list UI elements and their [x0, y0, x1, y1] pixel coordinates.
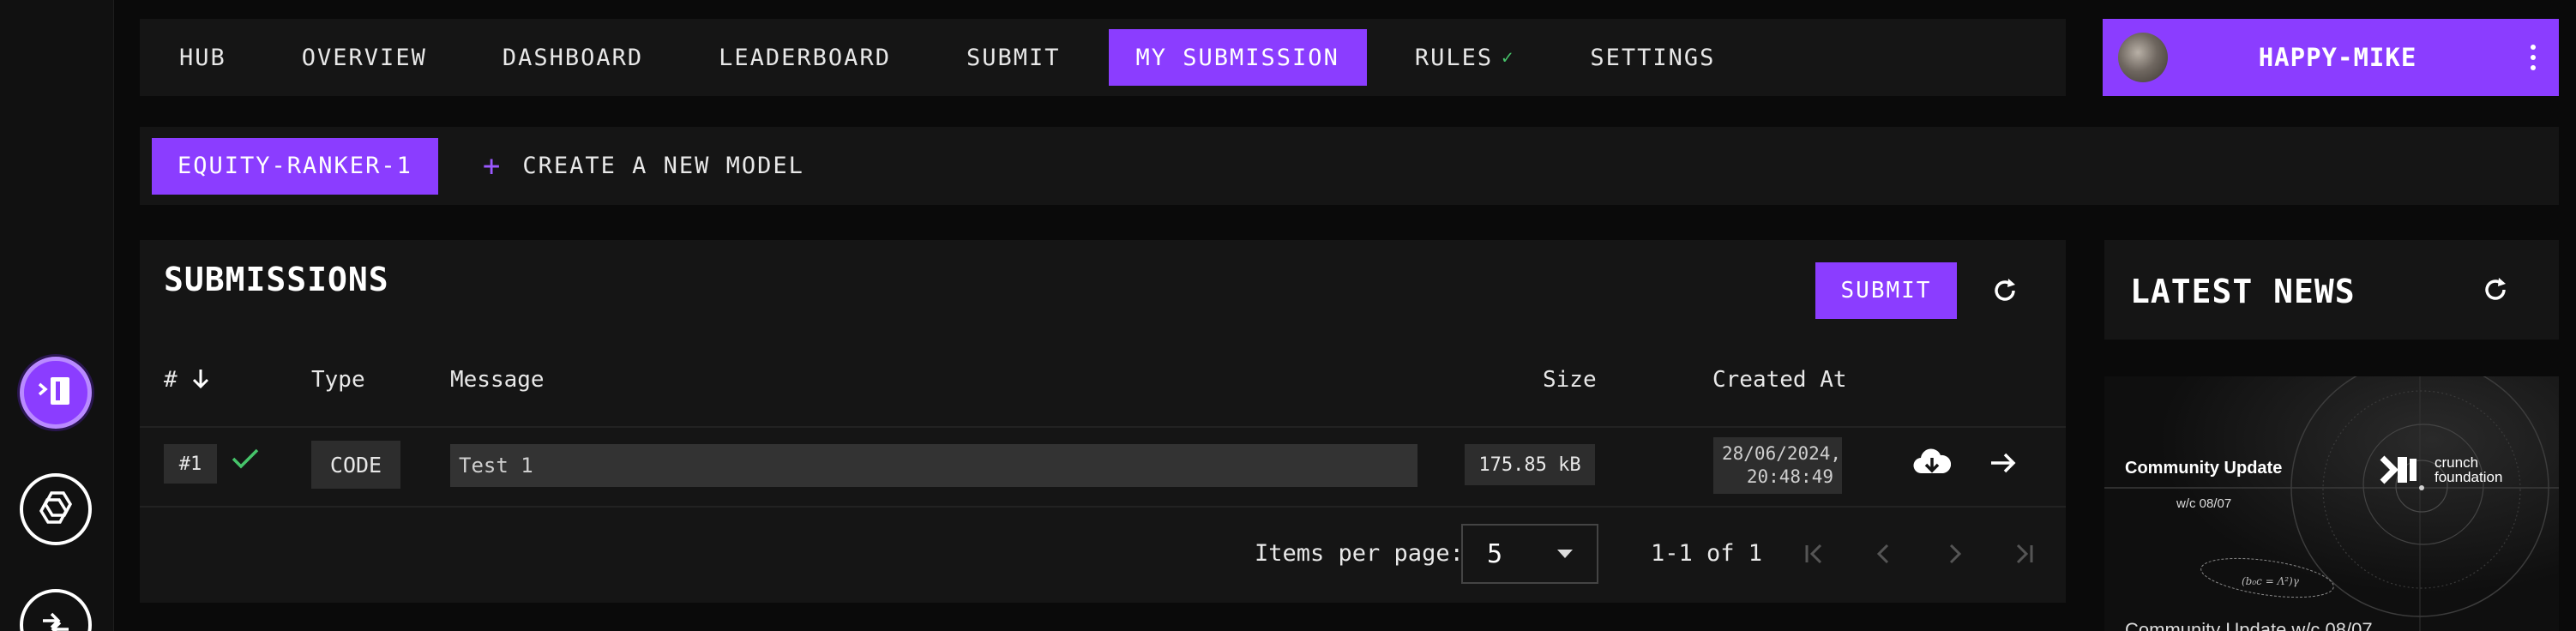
news-card-artwork: [2104, 376, 2559, 631]
nav-item-submit[interactable]: SUBMIT: [939, 29, 1088, 86]
more-vertical-icon[interactable]: [2507, 45, 2559, 70]
nav-label: OVERVIEW: [301, 44, 427, 71]
user-menu[interactable]: HAPPY-MIKE: [2103, 19, 2559, 96]
crunch-logo-icon: [2377, 455, 2429, 488]
column-header-label: #: [164, 367, 178, 393]
avatar: [2118, 33, 2168, 82]
news-card[interactable]: crunch foundation Community Update w/c 0…: [2104, 376, 2559, 631]
column-header-size: Size: [1543, 367, 1597, 393]
rail-hub-button[interactable]: [20, 473, 92, 545]
submission-message: Test 1: [450, 444, 1417, 487]
news-card-date: w/c 08/07: [2176, 496, 2232, 511]
submission-size: 175.85 kB: [1465, 444, 1595, 485]
submission-type: CODE: [311, 441, 400, 489]
rail-swap-button[interactable]: [20, 589, 92, 631]
success-check-icon: [231, 446, 260, 475]
items-per-page-value: 5: [1487, 538, 1503, 569]
nav-item-leaderboard[interactable]: LEADERBOARD: [691, 29, 918, 86]
create-model-button[interactable]: + CREATE A NEW MODEL: [483, 149, 804, 183]
news-card-formula: (b₀c = Λ²)γ: [2242, 575, 2299, 587]
column-header-created: Created At: [1712, 367, 1847, 393]
refresh-news-icon[interactable]: [2478, 273, 2513, 307]
submit-button[interactable]: SUBMIT: [1815, 262, 1957, 319]
left-rail: [0, 0, 114, 631]
column-header-type: Type: [311, 367, 365, 393]
nav-label: HUB: [179, 44, 226, 71]
news-card-caption[interactable]: Community Update w/c 08/07: [2125, 619, 2373, 631]
items-per-page-label: Items per page:: [1255, 540, 1464, 567]
news-card-title: Community Update: [2125, 459, 2283, 478]
next-page-icon[interactable]: [1939, 538, 1970, 569]
brand-line: crunch: [2435, 454, 2479, 471]
first-page-icon[interactable]: [1798, 538, 1829, 569]
model-tab-active[interactable]: EQUITY-RANKER-1: [152, 137, 438, 195]
previous-page-icon[interactable]: [1869, 538, 1899, 569]
items-per-page-select[interactable]: 5: [1461, 524, 1598, 584]
caret-down-icon: [1557, 550, 1573, 558]
arrows-icon: [36, 604, 75, 631]
nav-item-overview[interactable]: OVERVIEW: [274, 29, 454, 86]
nav-label: SUBMIT: [966, 44, 1061, 71]
refresh-icon[interactable]: [1988, 273, 2022, 308]
nav-item-rules[interactable]: RULES ✓: [1387, 29, 1543, 86]
created-time: 20:48:49: [1746, 466, 1833, 487]
submission-created-at: 28/06/2024, 20:48:49: [1713, 437, 1842, 494]
arrow-right-icon[interactable]: [1988, 448, 2019, 482]
pagination-range: 1-1 of 1: [1651, 540, 1763, 567]
plus-icon: +: [482, 148, 503, 183]
submissions-panel: SUBMISSIONS SUBMIT # Type Message Size C…: [140, 240, 2066, 603]
top-navigation: HUB OVERVIEW DASHBOARD LEADERBOARD SUBMI…: [140, 19, 2066, 96]
nav-label: RULES: [1414, 44, 1494, 71]
nav-label: LEADERBOARD: [719, 44, 891, 71]
brand-line: foundation: [2435, 469, 2503, 485]
divider: [140, 506, 2066, 508]
panel-title: SUBMISSIONS: [164, 261, 389, 298]
last-page-icon[interactable]: [2009, 538, 2040, 569]
news-title: LATEST NEWS: [2130, 273, 2356, 310]
nav-label: MY SUBMISSION: [1135, 44, 1339, 71]
sort-desc-icon[interactable]: [190, 367, 211, 393]
login-icon: [37, 372, 75, 413]
column-header-message: Message: [450, 367, 545, 393]
nav-item-settings[interactable]: SETTINGS: [1562, 29, 1742, 86]
nav-label: DASHBOARD: [502, 44, 644, 71]
submission-id: #1: [164, 444, 217, 484]
nav-label: SETTINGS: [1590, 44, 1716, 71]
created-date: 28/06/2024,: [1722, 443, 1842, 464]
cloud-download-icon[interactable]: [1913, 446, 1952, 484]
divider: [140, 426, 2066, 428]
news-header: LATEST NEWS: [2104, 240, 2559, 340]
news-card-brand: crunch foundation: [2435, 455, 2502, 484]
user-name: HAPPY-MIKE: [2258, 43, 2417, 72]
hexagon-logo-icon: [36, 488, 75, 531]
column-header-id[interactable]: #: [164, 367, 211, 393]
nav-item-my-submission[interactable]: MY SUBMISSION: [1108, 29, 1367, 86]
nav-item-dashboard[interactable]: DASHBOARD: [475, 29, 671, 86]
check-icon: ✓: [1502, 46, 1515, 69]
model-bar: EQUITY-RANKER-1 + CREATE A NEW MODEL: [140, 127, 2559, 205]
nav-item-hub[interactable]: HUB: [152, 29, 254, 86]
rail-login-button[interactable]: [20, 357, 92, 429]
create-model-label: CREATE A NEW MODEL: [522, 153, 804, 179]
